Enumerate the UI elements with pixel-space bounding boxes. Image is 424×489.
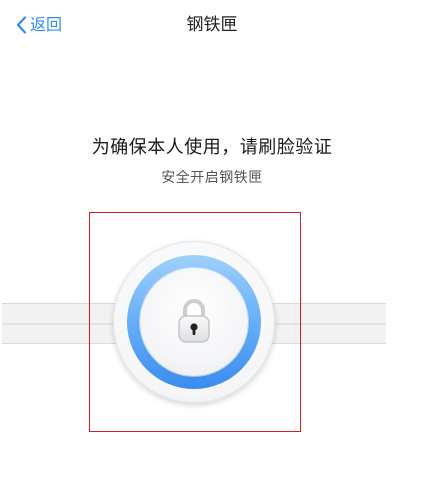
navigation-bar: 返回 钢铁匣 <box>0 0 424 50</box>
page-title: 钢铁匣 <box>186 15 238 35</box>
verify-heading: 为确保本人使用，请刷脸验证 <box>91 137 333 158</box>
face-detection-frame <box>89 212 301 432</box>
face-verify-screen: 返回 钢铁匣 为确保本人使用，请刷脸验证 安全开启钢铁匣 <box>0 0 424 489</box>
verify-subheading: 安全开启钢铁匣 <box>161 170 263 186</box>
